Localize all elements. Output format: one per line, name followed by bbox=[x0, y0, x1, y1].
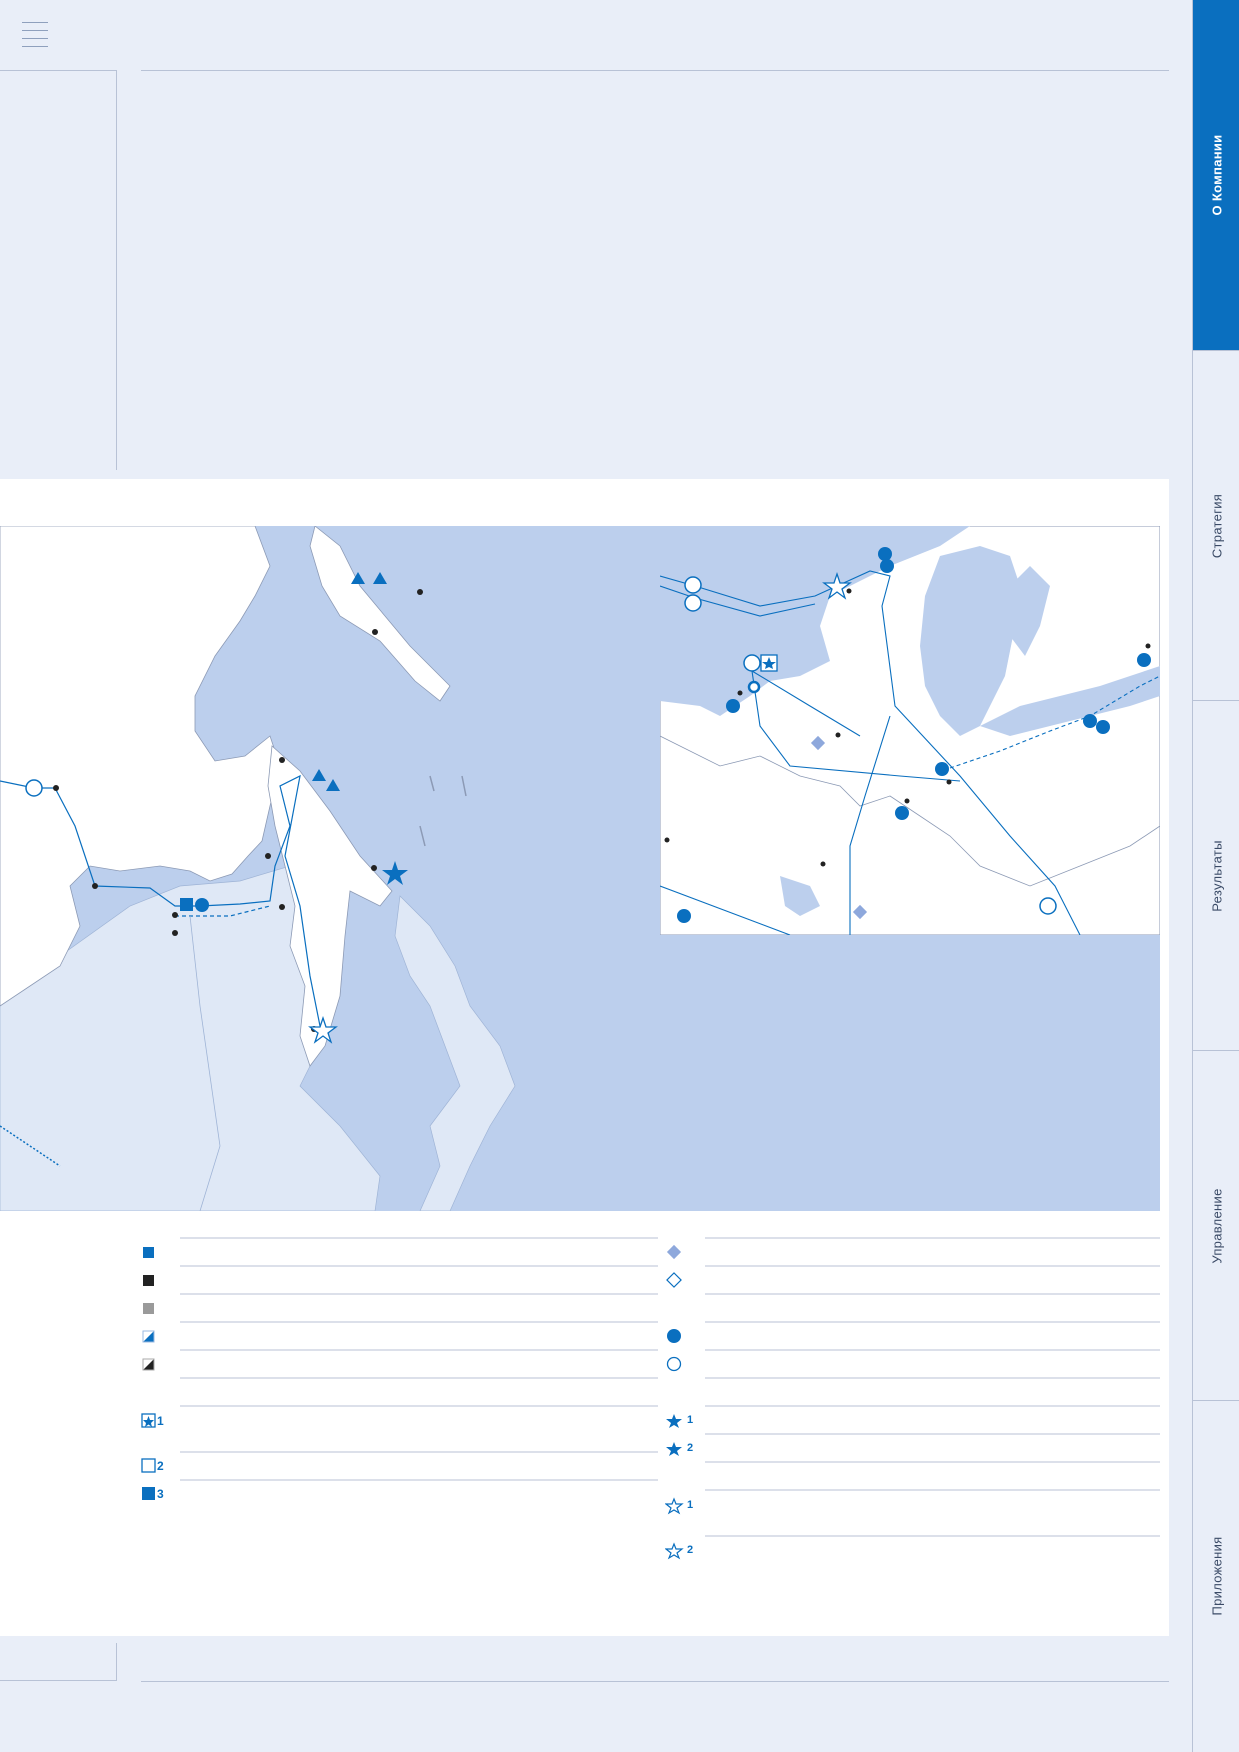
station-circle-icon bbox=[726, 699, 740, 713]
station-circle-icon bbox=[1083, 714, 1097, 728]
tab-appendices[interactable]: Приложения bbox=[1193, 1400, 1239, 1750]
legend-star-number-2: 2 bbox=[687, 1442, 694, 1454]
tab-company[interactable]: О Компании bbox=[1193, 0, 1239, 350]
tab-management[interactable]: Управление bbox=[1193, 1050, 1239, 1400]
station-circle-icon bbox=[895, 806, 909, 820]
city-dot bbox=[279, 904, 285, 910]
station-circle-icon bbox=[677, 909, 691, 923]
station-circle-icon bbox=[1137, 653, 1151, 667]
legend-star-open-number-1: 1 bbox=[687, 1499, 694, 1511]
terminal-circle-small bbox=[747, 680, 761, 694]
legend-square-black-icon bbox=[143, 1275, 154, 1286]
station-circle-icon bbox=[935, 762, 949, 776]
legend-diamond-open-icon bbox=[666, 1272, 682, 1288]
legend-star-open-icon bbox=[665, 1497, 684, 1515]
city-dot bbox=[417, 589, 423, 595]
city-dot bbox=[372, 629, 378, 635]
legend-star-open-number-2: 2 bbox=[687, 1544, 694, 1556]
city-dot bbox=[265, 853, 271, 859]
bottom-left-frame bbox=[0, 1643, 117, 1681]
legend-number-3: 3 bbox=[157, 1487, 164, 1501]
city-dot bbox=[172, 930, 178, 936]
legend-star-filled-icon bbox=[666, 1414, 682, 1428]
legend-square-filled-icon bbox=[142, 1487, 155, 1500]
top-divider bbox=[141, 70, 1169, 71]
station-circle-icon bbox=[1096, 720, 1110, 734]
station-circle-icon bbox=[880, 559, 894, 573]
hamburger-menu-icon[interactable] bbox=[22, 22, 48, 48]
legend-diamond-filled-icon bbox=[666, 1244, 682, 1260]
legend-star-open-icon bbox=[665, 1542, 684, 1560]
terminal-circle-open bbox=[743, 654, 761, 672]
terminal-circle-open bbox=[684, 576, 702, 594]
station-circle-icon bbox=[878, 547, 892, 561]
legend-square-blue-icon bbox=[143, 1247, 154, 1258]
tab-strategy[interactable]: Стратегия bbox=[1193, 350, 1239, 700]
terminal-circle-open bbox=[684, 594, 702, 612]
tab-results[interactable]: Результаты bbox=[1193, 700, 1239, 1050]
legend-left bbox=[141, 1237, 658, 1500]
city-dot bbox=[946, 779, 952, 785]
legend-circle-filled-icon bbox=[667, 1329, 681, 1343]
legend-number-2: 2 bbox=[157, 1459, 164, 1473]
tab-company-label: О Компании bbox=[1209, 134, 1224, 216]
city-dot bbox=[279, 757, 285, 763]
terminal-circle-open bbox=[1039, 897, 1057, 915]
city-dot bbox=[92, 883, 98, 889]
city-dot bbox=[835, 732, 841, 738]
city-dot bbox=[820, 861, 826, 867]
city-dot bbox=[53, 785, 59, 791]
legend-right bbox=[665, 1237, 1160, 1560]
legend-number-1: 1 bbox=[157, 1414, 164, 1428]
city-dot bbox=[664, 837, 670, 843]
legend-star-number-1: 1 bbox=[687, 1414, 694, 1426]
city-dot bbox=[904, 798, 910, 804]
city-dot bbox=[371, 865, 377, 871]
legend-square-grey-icon bbox=[143, 1303, 154, 1314]
terminal-circle-open bbox=[25, 779, 43, 797]
refinery-square-icon bbox=[180, 898, 193, 911]
tab-management-label: Управление bbox=[1209, 1187, 1224, 1264]
legend-star-filled-icon bbox=[666, 1442, 682, 1456]
city-dot bbox=[737, 690, 743, 696]
legend-square-open-icon bbox=[141, 1458, 156, 1473]
city-dot bbox=[1145, 643, 1151, 649]
tab-results-label: Результаты bbox=[1209, 839, 1224, 912]
tab-strategy-label: Стратегия bbox=[1209, 493, 1224, 558]
station-circle-icon bbox=[195, 898, 209, 912]
inset-map bbox=[660, 526, 1160, 935]
tab-appendices-label: Приложения bbox=[1209, 1535, 1224, 1616]
top-left-frame bbox=[0, 70, 117, 470]
bottom-divider bbox=[141, 1681, 1169, 1682]
city-dot bbox=[846, 588, 852, 594]
city-dot bbox=[172, 912, 178, 918]
section-sidebar: О Компании Стратегия Результаты Управлен… bbox=[1192, 0, 1239, 1752]
legend-circle-open-icon bbox=[666, 1356, 682, 1372]
